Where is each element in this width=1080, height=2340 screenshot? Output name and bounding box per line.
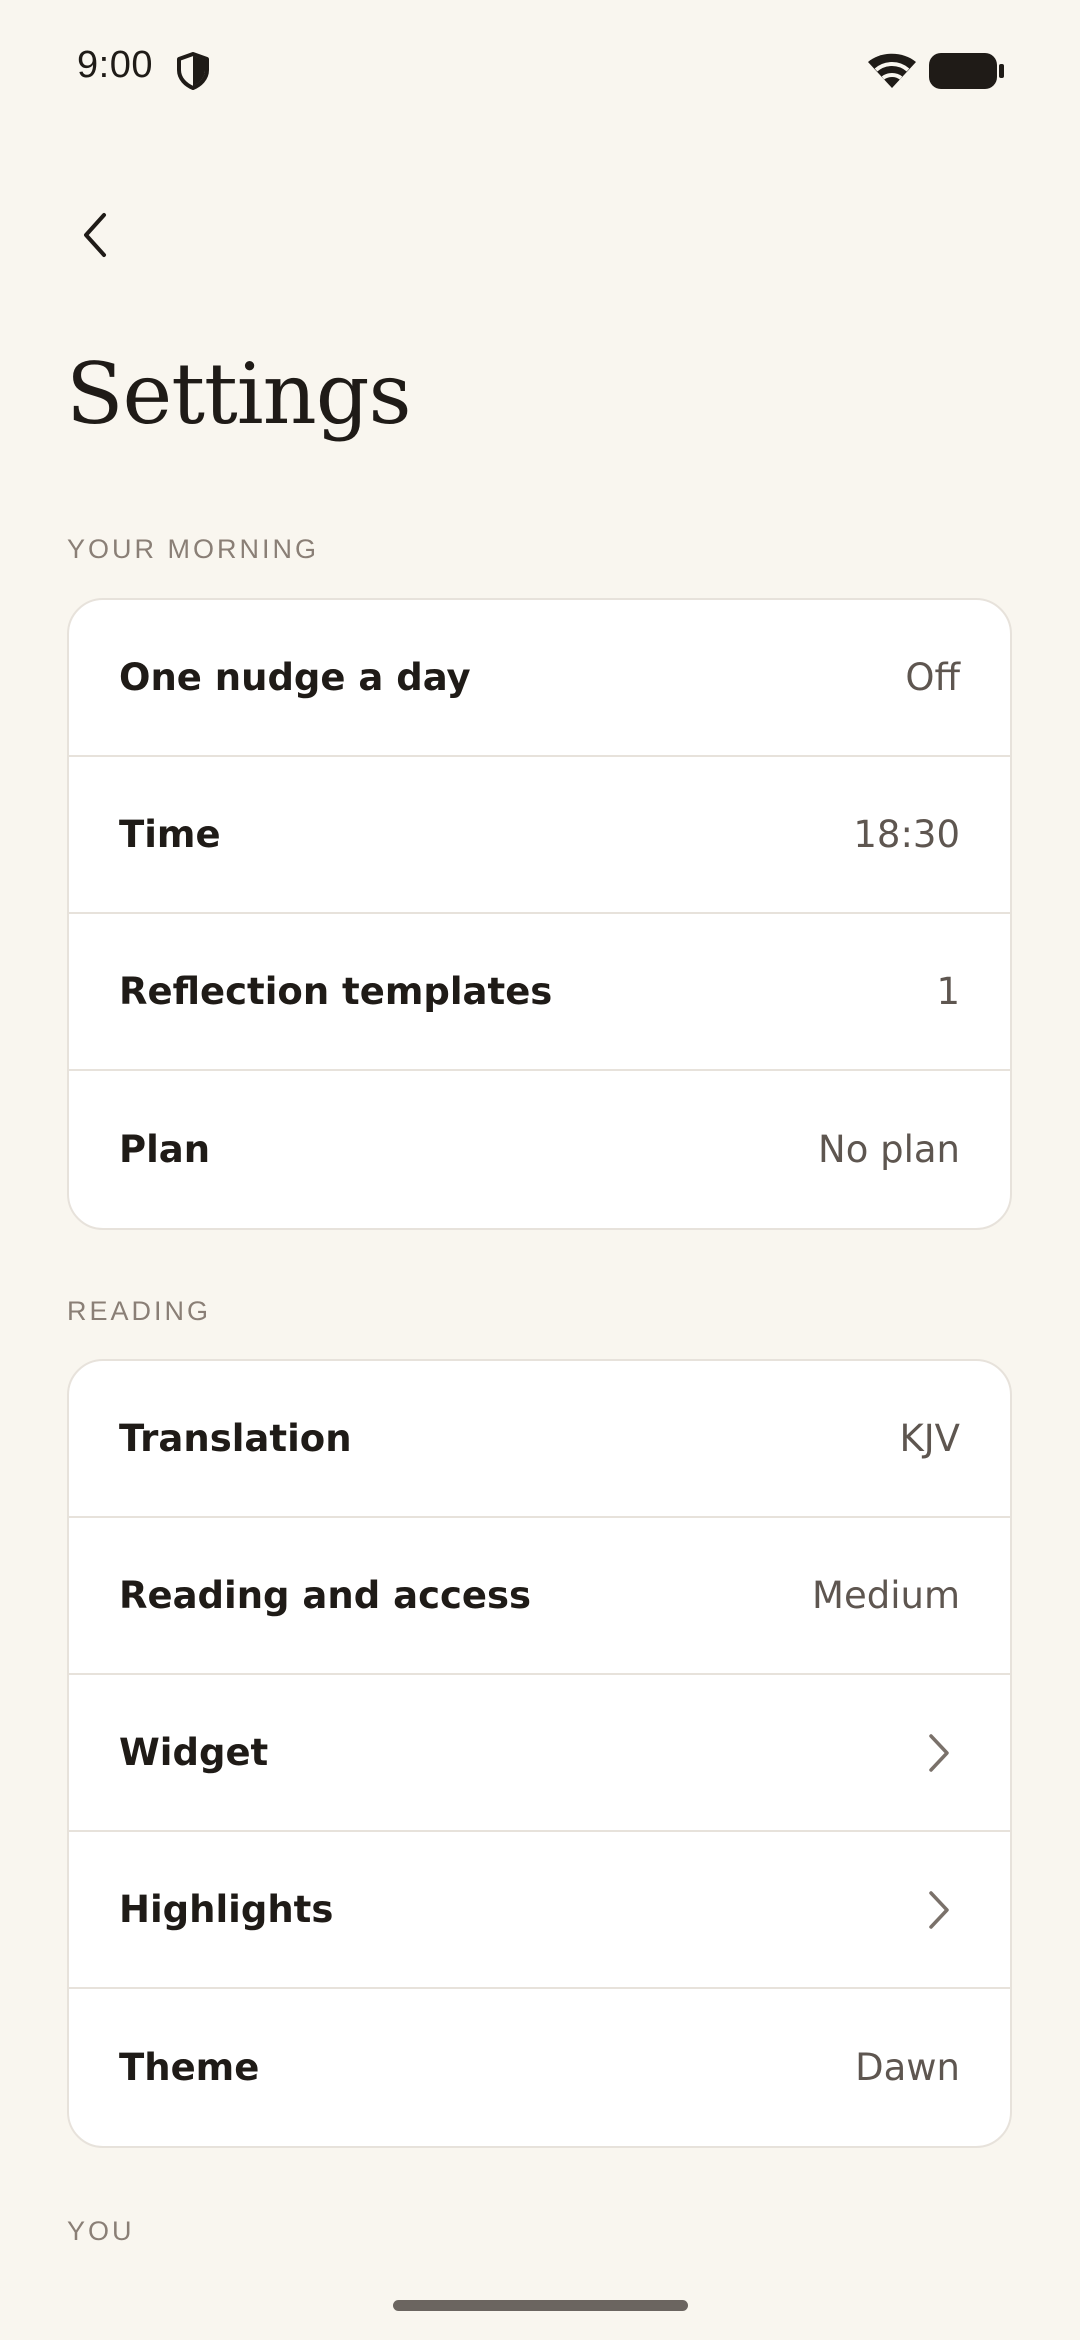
setting-value: Dawn <box>855 2046 960 2089</box>
setting-label: Time <box>119 813 221 856</box>
page-title: Settings <box>66 345 412 443</box>
setting-row-time[interactable]: Time 18:30 <box>69 757 1010 914</box>
setting-label: Translation <box>119 1417 352 1460</box>
setting-label: Widget <box>119 1731 269 1774</box>
status-time: 9:00 <box>77 44 153 86</box>
section-header-your-morning: YOUR MORNING <box>67 534 319 564</box>
setting-value: Medium <box>812 1574 960 1617</box>
section-header-you: YOU <box>67 2216 135 2246</box>
setting-row-theme[interactable]: Theme Dawn <box>69 1989 1010 2146</box>
setting-row-reading-and-access[interactable]: Reading and access Medium <box>69 1518 1010 1675</box>
setting-label: Theme <box>119 2046 260 2089</box>
setting-row-translation[interactable]: Translation KJV <box>69 1361 1010 1518</box>
shield-icon <box>177 52 209 90</box>
chevron-right-icon <box>929 1890 949 1929</box>
setting-row-nudge[interactable]: One nudge a day Off <box>69 600 1010 757</box>
setting-value: 1 <box>936 970 960 1013</box>
setting-value: No plan <box>818 1128 960 1171</box>
setting-row-reflection-templates[interactable]: Reflection templates 1 <box>69 914 1010 1071</box>
chevron-left-icon <box>84 213 106 257</box>
setting-label: Reflection templates <box>119 970 553 1013</box>
setting-value: Off <box>905 656 960 699</box>
home-indicator[interactable] <box>393 2300 688 2311</box>
section-header-reading: READING <box>67 1296 212 1326</box>
card-reading: Translation KJV Reading and access Mediu… <box>67 1359 1012 2148</box>
setting-label: Highlights <box>119 1888 334 1931</box>
status-bar: 9:00 <box>0 0 1080 140</box>
card-your-morning: One nudge a day Off Time 18:30 Reflectio… <box>67 598 1012 1230</box>
back-button[interactable] <box>55 195 135 275</box>
setting-value: KJV <box>899 1417 961 1460</box>
setting-row-plan[interactable]: Plan No plan <box>69 1071 1010 1228</box>
chevron-right-icon <box>929 1733 949 1772</box>
setting-label: Reading and access <box>119 1574 532 1617</box>
wifi-icon <box>868 53 916 88</box>
setting-row-highlights[interactable]: Highlights <box>69 1832 1010 1989</box>
battery-icon <box>929 53 1004 89</box>
setting-label: One nudge a day <box>119 656 471 699</box>
setting-row-widget[interactable]: Widget <box>69 1675 1010 1832</box>
setting-label: Plan <box>119 1128 211 1171</box>
setting-value: 18:30 <box>853 813 960 856</box>
